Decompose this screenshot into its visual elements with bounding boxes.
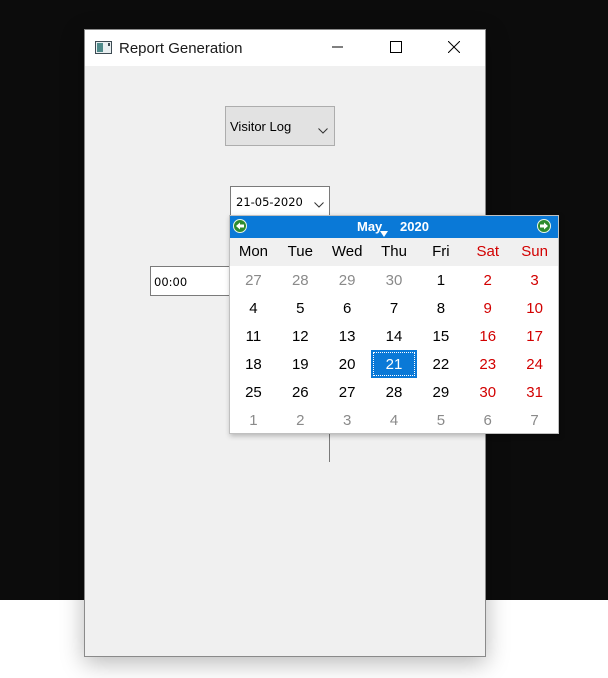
calendar-day[interactable]: 1 [230, 406, 277, 434]
calendar-day[interactable]: 29 [324, 266, 371, 294]
calendar-day[interactable]: 7 [511, 406, 558, 434]
report-type-dropdown[interactable]: Visitor Log [225, 106, 335, 146]
calendar-day[interactable]: 4 [230, 294, 277, 322]
calendar-week-row: 1 2 3 4 5 6 7 [230, 406, 558, 434]
date-picker[interactable]: 21-05-2020 [230, 186, 330, 216]
calendar-day[interactable]: 19 [277, 350, 324, 378]
minimize-icon [332, 46, 343, 48]
calendar-day[interactable]: 11 [230, 322, 277, 350]
maximize-icon [390, 41, 402, 53]
weekday-label: Tue [287, 243, 313, 260]
title-bar[interactable]: Report Generation [85, 30, 485, 66]
calendar-day[interactable]: 4 [371, 406, 418, 434]
calendar-day[interactable]: 5 [277, 294, 324, 322]
calendar-day[interactable]: 8 [417, 294, 464, 322]
calendar-day[interactable]: 17 [511, 322, 558, 350]
chevron-down-icon [318, 122, 328, 137]
weekday-label: Sun [521, 243, 548, 260]
calendar-day[interactable]: 27 [324, 378, 371, 406]
calendar-day[interactable]: 7 [371, 294, 418, 322]
calendar-day[interactable]: 24 [511, 350, 558, 378]
calendar-popup[interactable]: May 2020 Mon Tue Wed Thu Fri Sat Sun 27 … [229, 215, 559, 434]
weekday-label: Mon [238, 243, 269, 260]
calendar-day[interactable]: 3 [324, 406, 371, 434]
calendar-day[interactable]: 31 [511, 378, 558, 406]
calendar-day-grid: 27 28 29 30 1 2 3 4 5 6 7 8 9 10 11 12 1… [230, 266, 558, 434]
calendar-day[interactable]: 9 [464, 294, 511, 322]
calendar-week-row: 4 5 6 7 8 9 10 [230, 294, 558, 322]
calendar-day[interactable]: 6 [324, 294, 371, 322]
maximize-button[interactable] [373, 30, 419, 64]
calendar-day[interactable]: 10 [511, 294, 558, 322]
time-input[interactable]: 00:00 [150, 266, 230, 296]
window-title: Report Generation [119, 40, 243, 57]
calendar-day[interactable]: 23 [464, 350, 511, 378]
calendar-day[interactable]: 18 [230, 350, 277, 378]
weekday-label: Fri [432, 243, 450, 260]
close-icon [448, 41, 460, 53]
calendar-month[interactable]: May [357, 219, 382, 234]
calendar-week-row: 11 12 13 14 15 16 17 [230, 322, 558, 350]
calendar-day[interactable]: 16 [464, 322, 511, 350]
arrow-left-icon [233, 219, 247, 233]
calendar-day[interactable]: 1 [417, 266, 464, 294]
calendar-day[interactable]: 28 [277, 266, 324, 294]
report-type-value: Visitor Log [230, 119, 292, 134]
next-month-button[interactable] [537, 219, 553, 235]
weekday-label: Thu [381, 243, 407, 260]
calendar-day[interactable]: 26 [277, 378, 324, 406]
calendar-week-row: 18 19 20 21 22 23 24 [230, 350, 558, 378]
time-value: 00:00 [154, 275, 188, 289]
calendar-day[interactable]: 20 [324, 350, 371, 378]
calendar-day[interactable]: 22 [417, 350, 464, 378]
calendar-navigation-bar: May 2020 [230, 216, 558, 238]
weekday-label: Wed [331, 243, 363, 260]
calendar-week-row: 27 28 29 30 1 2 3 [230, 266, 558, 294]
prev-month-button[interactable] [233, 219, 249, 235]
calendar-week-row: 25 26 27 28 29 30 31 [230, 378, 558, 406]
calendar-day[interactable]: 5 [417, 406, 464, 434]
calendar-day[interactable]: 27 [230, 266, 277, 294]
calendar-day[interactable]: 30 [371, 266, 418, 294]
calendar-day[interactable]: 28 [371, 378, 418, 406]
app-window-icon [95, 41, 112, 54]
calendar-year[interactable]: 2020 [400, 219, 429, 234]
calendar-day[interactable]: 15 [417, 322, 464, 350]
minimize-button[interactable] [315, 30, 361, 64]
calendar-day-selected[interactable]: 21 [370, 350, 418, 378]
calendar-day[interactable]: 29 [417, 378, 464, 406]
date-value: 21-05-2020 [236, 195, 303, 209]
chevron-down-icon[interactable] [314, 197, 324, 211]
calendar-day[interactable]: 2 [464, 266, 511, 294]
arrow-right-icon [537, 219, 551, 233]
weekday-label: Sat [476, 243, 499, 260]
calendar-day[interactable]: 25 [230, 378, 277, 406]
calendar-day[interactable]: 13 [324, 322, 371, 350]
weekday-header: Mon Tue Wed Thu Fri Sat Sun [230, 238, 558, 266]
calendar-day[interactable]: 14 [371, 322, 418, 350]
field-border-edge [329, 432, 330, 462]
calendar-day[interactable]: 2 [277, 406, 324, 434]
calendar-day[interactable]: 6 [464, 406, 511, 434]
calendar-day[interactable]: 3 [511, 266, 558, 294]
calendar-day[interactable]: 30 [464, 378, 511, 406]
close-button[interactable] [431, 30, 477, 64]
calendar-day[interactable]: 12 [277, 322, 324, 350]
